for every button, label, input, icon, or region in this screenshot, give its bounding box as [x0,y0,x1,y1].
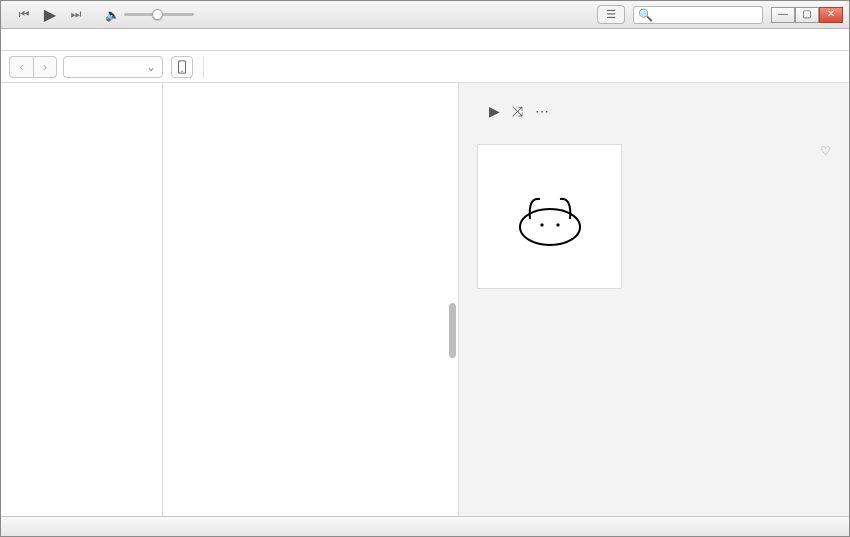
sidebar [1,83,163,516]
source-select[interactable] [63,56,163,78]
playback-controls: ⏮ ▶ ⏭ [13,8,87,22]
scrollbar-thumb[interactable] [449,303,456,358]
prev-track-button[interactable]: ⏮ [13,8,35,22]
volume-slider[interactable] [124,13,194,16]
chevron-down-icon [146,60,156,74]
more-button[interactable]: ⋯ [535,103,549,120]
player-titlebar: ⏮ ▶ ⏭ 🔈 ☰ 🔍 — ▢ ✕ [1,1,849,29]
phone-icon [177,60,187,74]
cover-art-icon [510,179,590,249]
maximize-button[interactable]: ▢ [795,7,819,23]
window-controls: — ▢ ✕ [771,7,843,23]
track-list: ♡ [640,144,831,289]
shuffle-button[interactable]: ⤨ [512,103,523,120]
forward-button[interactable]: › [33,56,57,78]
close-button[interactable]: ✕ [819,7,843,23]
favorite-button[interactable]: ♡ [820,144,831,158]
artist-list[interactable] [163,83,459,516]
search-icon: 🔍 [638,8,653,22]
nav-toolbar: ‹ › [1,51,849,83]
content-area: ▶ ⤨ ⋯ ♡ [1,83,849,516]
play-all-button[interactable]: ▶ [489,103,500,120]
detail-panel: ▶ ⤨ ⋯ ♡ [459,83,849,516]
back-button[interactable]: ‹ [9,56,33,78]
menu-bar [1,29,849,51]
next-track-button[interactable]: ⏭ [65,8,87,22]
play-button[interactable]: ▶ [39,8,61,22]
status-bar [1,516,849,536]
speaker-icon: 🔈 [105,8,120,22]
list-view-button[interactable]: ☰ [597,5,625,24]
search-input[interactable]: 🔍 [633,6,763,24]
volume-control[interactable]: 🔈 [105,8,194,22]
device-button[interactable] [171,56,193,78]
album-cover[interactable] [477,144,622,289]
minimize-button[interactable]: — [771,7,795,23]
